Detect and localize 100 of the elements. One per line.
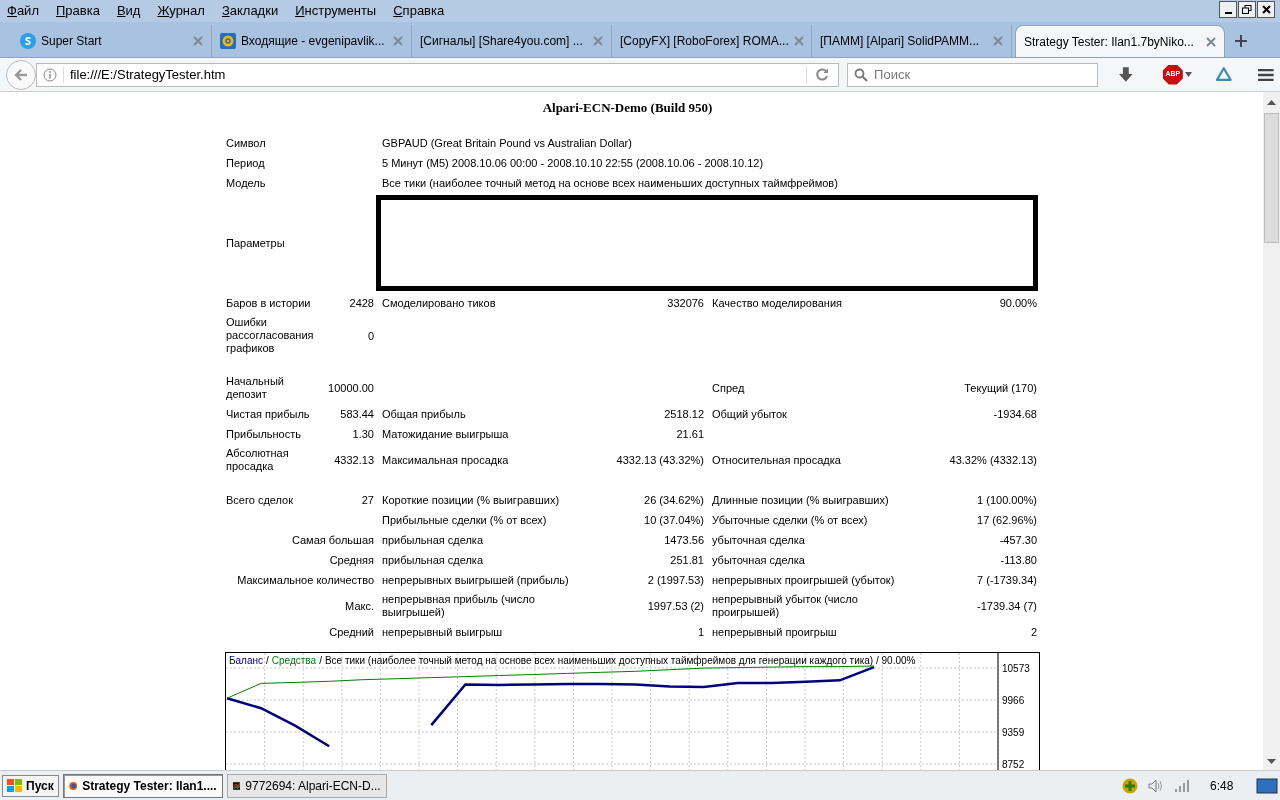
stat-label: прибыльная сделка: [381, 532, 485, 548]
stat-label: Короткие позиции (% выигравших): [381, 493, 561, 508]
stat-value: 1.30: [351, 427, 375, 442]
legend-separator: /: [266, 655, 269, 667]
stat-value: 1997.53 (2): [646, 599, 705, 614]
menu-item[interactable]: Инструменты: [295, 1, 377, 21]
stat-value: 43.32% (4332.13): [948, 453, 1038, 468]
stat-heading: Средняя: [328, 553, 375, 568]
field-value: 5 Минут (M5) 2008.10.06 00:00 - 2008.10.10 22:55 (2008.10.06 - 2008.10.12): [381, 156, 765, 171]
close-icon: [1261, 5, 1271, 14]
start-button[interactable]: Пуск: [2, 774, 59, 797]
new-tab-icon[interactable]: [1235, 35, 1247, 47]
stat-value: 4332.13 (43.32%): [615, 453, 705, 468]
browser-tab[interactable]: [CopyFX] [RoboForex] ROMA...: [612, 25, 812, 57]
taskbar-button[interactable]: Strategy Tester: Ilan1....: [62, 773, 223, 798]
menu-item[interactable]: Справка: [393, 1, 445, 21]
stat-label: Ошибки рассогласования графиков: [225, 315, 315, 356]
menu-icon[interactable]: [1258, 67, 1274, 82]
stat-label: Баров в истории: [225, 295, 312, 311]
stat-value: 27: [360, 493, 375, 508]
volume-icon[interactable]: [1148, 778, 1164, 793]
reload-icon[interactable]: [816, 68, 830, 81]
stat-value: 251.81: [669, 553, 705, 568]
windows-logo-icon: [7, 778, 23, 793]
close-button[interactable]: [1257, 1, 1275, 18]
scrollbar[interactable]: [1263, 92, 1280, 770]
address-bar[interactable]: file:///E:/StrategyTester.htm: [36, 62, 840, 87]
menu-item[interactable]: Вид: [116, 1, 141, 21]
chart-title: Все тики (наиболее точный метод на основе всех наименьших доступных таймфреймов для генерации каждого тика) / 90.00%: [324, 655, 916, 667]
browser-tab[interactable]: Входящие - evgenipavlik...: [212, 25, 412, 57]
stat-value: 26 (34.62%): [643, 493, 705, 508]
close-icon[interactable]: [993, 36, 1003, 46]
clock[interactable]: 6:48: [1210, 776, 1246, 795]
restore-button[interactable]: [1238, 1, 1256, 18]
stat-label: Абсолютная просадка: [225, 446, 290, 474]
field-label: Параметры: [225, 236, 286, 251]
close-icon[interactable]: [393, 36, 403, 46]
field-label: Символ: [225, 136, 267, 151]
y-tick-label: 8752: [1002, 759, 1025, 770]
download-icon[interactable]: [1119, 67, 1133, 82]
stat-value: 2428: [348, 296, 375, 311]
browser-tab[interactable]: [ПАММ] [Alpari] SolidPAMM...: [812, 25, 1012, 57]
stat-label: непрерывная прибыль (число выигрышей): [381, 592, 536, 620]
stat-label: Всего сделок: [225, 492, 295, 508]
scrollbar-thumb[interactable]: [1264, 113, 1279, 243]
search-field[interactable]: Поиск: [847, 62, 1099, 87]
stat-heading: Самая большая: [290, 533, 375, 548]
stat-value: 1473.56: [663, 533, 705, 548]
field-label: Модель: [225, 176, 267, 191]
y-tick-label: 9359: [1002, 727, 1025, 738]
stat-label: непрерывный проигрыш: [711, 624, 838, 640]
stat-label: непрерывный выигрыш: [381, 624, 504, 640]
stat-label: Начальный депозит: [225, 374, 285, 402]
stat-value: 21.61: [675, 427, 705, 442]
taskbar-button[interactable]: 9772694: Alpari-ECN-D...: [226, 773, 387, 798]
stat-value: -1934.68: [992, 407, 1038, 422]
signal-icon[interactable]: [1174, 778, 1192, 793]
scroll-up-icon[interactable]: [1267, 100, 1276, 105]
menu-item[interactable]: Правка: [55, 1, 100, 21]
stat-value: Текущий (170): [963, 381, 1038, 396]
stat-value: 1 (100.00%): [976, 493, 1038, 508]
menu-item[interactable]: Закладки: [221, 1, 279, 21]
stat-label: Матожидание выигрыша: [381, 427, 510, 442]
menu-item[interactable]: Журнал: [157, 1, 205, 21]
update-tray-icon[interactable]: [1122, 777, 1138, 794]
show-desktop-icon[interactable]: [1256, 776, 1278, 795]
search-icon: [854, 67, 869, 82]
menu-item[interactable]: Файл: [7, 1, 39, 21]
stat-label: Максимальная просадка: [381, 453, 510, 468]
stat-value: 2: [1029, 625, 1038, 640]
stat-value: 90.00%: [998, 296, 1038, 311]
caret-icon[interactable]: [1184, 72, 1192, 77]
back-button[interactable]: [6, 59, 36, 90]
stat-label: Длинные позиции (% выигравших): [711, 493, 890, 508]
browser-tab[interactable]: [Сигналы] [Share4you.com] ...: [412, 25, 612, 57]
stat-value: 0: [366, 328, 375, 344]
close-icon[interactable]: [193, 36, 203, 46]
stat-value: 10 (37.04%): [643, 513, 705, 528]
stat-value: -457.30: [998, 533, 1038, 548]
browser-tab[interactable]: Super Start: [12, 25, 212, 57]
stat-label: непрерывный убыток (число проигрышей): [711, 592, 859, 620]
legend-label: Средства: [271, 655, 317, 667]
stat-label: Прибыльность: [225, 426, 302, 442]
stat-label: убыточная сделка: [711, 532, 806, 548]
pocket-icon[interactable]: [1214, 65, 1233, 84]
stat-label: Качество моделирования: [711, 296, 843, 311]
browser-tab[interactable]: Strategy Tester: Ilan1.7byNiko...: [1015, 25, 1225, 57]
minimize-button[interactable]: [1219, 1, 1237, 18]
close-icon[interactable]: [593, 36, 603, 46]
info-icon[interactable]: [43, 67, 57, 82]
field-value: GBPAUD (Great Britain Pound vs Australian Dollar): [381, 136, 633, 151]
stat-value: 10000.00: [327, 381, 375, 396]
scroll-down-icon[interactable]: [1267, 759, 1276, 764]
s-logo-icon: [20, 33, 36, 49]
minimize-icon: [1224, 12, 1232, 14]
stat-label: непрерывных выигрышей (прибыль): [381, 572, 570, 588]
url-text: file:///E:/StrategyTester.htm: [70, 65, 226, 84]
close-icon[interactable]: [793, 36, 804, 46]
close-icon[interactable]: [1206, 36, 1216, 47]
stat-value: -1739.34 (7): [976, 599, 1038, 614]
